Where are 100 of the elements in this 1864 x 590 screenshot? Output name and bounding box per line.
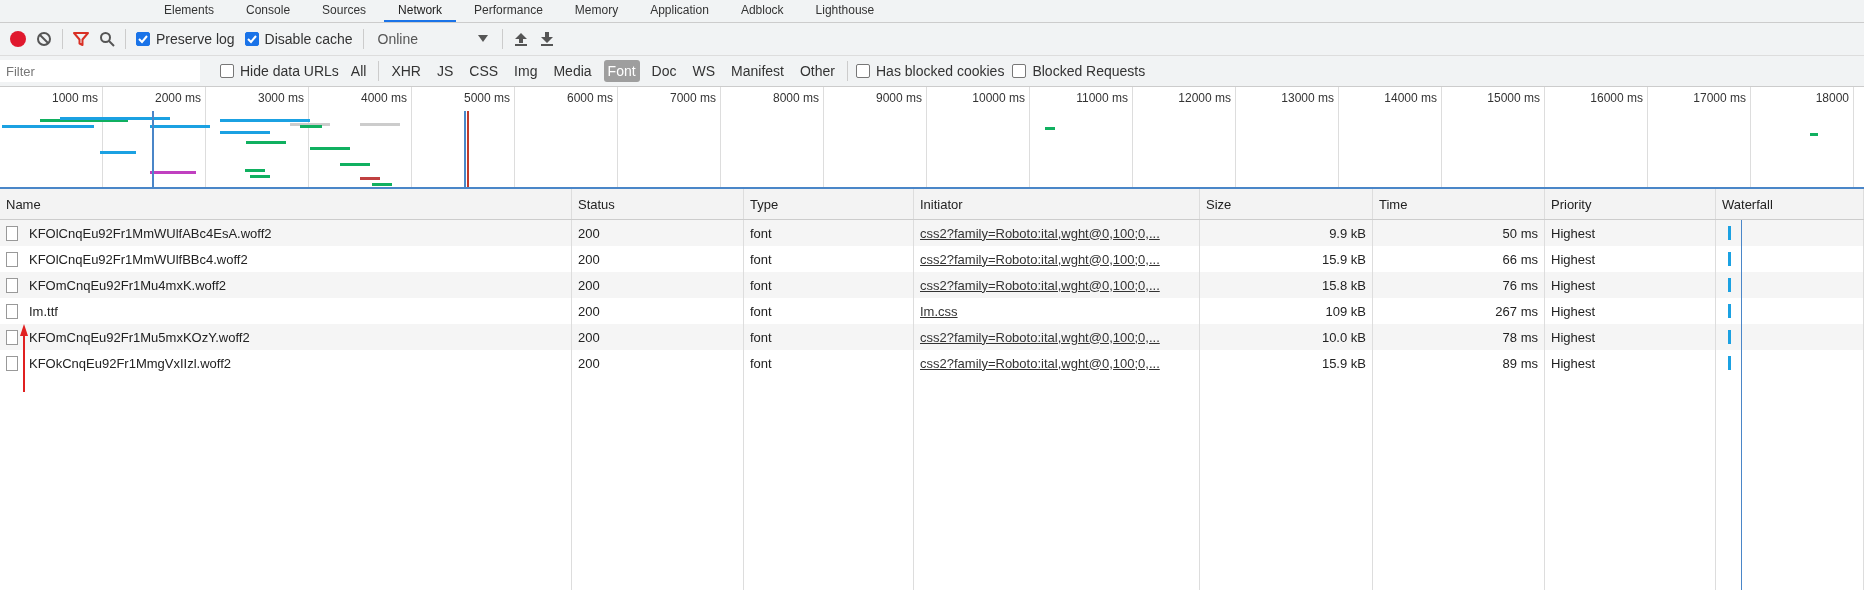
column-header[interactable]: Name: [0, 189, 572, 219]
file-name[interactable]: KFOkCnqEu92Fr1MmgVxIIzl.woff2: [29, 355, 232, 371]
file-name[interactable]: Im.ttf: [29, 303, 58, 319]
checkbox-option[interactable]: Has blocked cookies: [856, 63, 1005, 79]
status-code: 200: [578, 277, 600, 293]
type-filter-button[interactable]: XHR: [387, 60, 425, 82]
column-header[interactable]: Time: [1373, 189, 1545, 219]
panel-tab[interactable]: Memory: [560, 0, 633, 22]
file-name[interactable]: KFOmCnqEu92Fr1Mu5mxKOzY.woff2: [29, 329, 250, 345]
size-value: 15.8 kB: [1321, 277, 1366, 293]
initiator-link[interactable]: css2?family=Roboto:ital,wght@0,100;0,...: [920, 277, 1160, 293]
file-icon: [6, 277, 18, 293]
status-code: 200: [578, 329, 600, 345]
tick-label: 8000 ms: [772, 91, 819, 105]
file-name[interactable]: KFOlCnqEu92Fr1MmWUlfBBc4.woff2: [29, 251, 248, 267]
record-button[interactable]: [10, 31, 26, 47]
panel-tab[interactable]: Application: [636, 0, 723, 22]
priority-value: Highest: [1551, 303, 1596, 319]
caret-icon: [478, 35, 488, 43]
tick-label: 7000 ms: [669, 91, 716, 105]
column-header[interactable]: Size: [1200, 189, 1373, 219]
priority-value: Highest: [1551, 355, 1596, 371]
time-value: 66 ms: [1502, 251, 1538, 267]
checkbox[interactable]: [1012, 64, 1027, 78]
waterfall-bar: [1728, 278, 1731, 292]
file-name[interactable]: KFOlCnqEu92Fr1MmWUlfABc4EsA.woff2: [29, 225, 272, 241]
annotation-arrow: [20, 324, 28, 394]
status-code: 200: [578, 251, 600, 267]
initiator-link[interactable]: css2?family=Roboto:ital,wght@0,100;0,...: [920, 355, 1160, 371]
column-header[interactable]: Waterfall: [1716, 189, 1864, 219]
type-filter-button[interactable]: All: [346, 60, 371, 82]
type-filter-button[interactable]: Doc: [647, 60, 681, 82]
file-name[interactable]: KFOmCnqEu92Fr1Mu4mxK.woff2: [29, 277, 226, 293]
type-filter-button[interactable]: JS: [432, 60, 458, 82]
file-icon: [6, 355, 18, 371]
priority-value: Highest: [1551, 277, 1596, 293]
resource-type: font: [750, 355, 772, 371]
size-value: 10.0 kB: [1321, 329, 1366, 345]
checkbox-option[interactable]: Preserve log: [136, 31, 235, 47]
panel-tab[interactable]: Console: [232, 0, 305, 22]
type-filter-button[interactable]: Media: [549, 60, 596, 82]
panel-tab[interactable]: Adblock: [726, 0, 798, 22]
size-value: 9.9 kB: [1329, 225, 1366, 241]
download-icon[interactable]: [539, 31, 555, 47]
filter-field[interactable]: Filter: [0, 60, 200, 82]
size-value: 109 kB: [1325, 303, 1366, 319]
tick-label: 2000 ms: [154, 91, 201, 105]
checkbox[interactable]: [220, 64, 234, 78]
status-code: 200: [578, 355, 600, 371]
type-filter-button[interactable]: Other: [796, 60, 839, 82]
waterfall-bar: [1728, 226, 1731, 240]
resource-type: font: [750, 329, 772, 345]
tick-label: 3000 ms: [257, 91, 304, 105]
checkbox-option[interactable]: Disable cache: [244, 31, 353, 47]
initiator-link[interactable]: css2?family=Roboto:ital,wght@0,100;0,...: [920, 329, 1160, 345]
waterfall-bar: [1728, 252, 1731, 266]
checkbox-option[interactable]: Blocked Requests: [1012, 63, 1146, 79]
type-filter-button[interactable]: Manifest: [727, 60, 788, 82]
column-header[interactable]: Priority: [1545, 189, 1716, 219]
time-value: 50 ms: [1502, 225, 1538, 241]
time-value: 267 ms: [1495, 303, 1538, 319]
size-value: 15.9 kB: [1321, 251, 1366, 267]
panel-tab[interactable]: Performance: [460, 0, 557, 22]
upload-icon[interactable]: [513, 31, 529, 47]
filter-icon[interactable]: [73, 31, 89, 47]
panel-tab[interactable]: Elements: [150, 0, 229, 22]
type-filter-button[interactable]: Img: [510, 60, 542, 82]
checkbox[interactable]: [856, 64, 870, 78]
panel-tab[interactable]: Lighthouse: [801, 0, 889, 22]
initiator-link[interactable]: css2?family=Roboto:ital,wght@0,100;0,...: [920, 251, 1160, 267]
checkbox[interactable]: [136, 32, 150, 46]
tick-label: 12000 ms: [1178, 91, 1231, 105]
tick-label: 5000 ms: [463, 91, 510, 105]
throttling-dropdown[interactable]: Online: [373, 31, 492, 47]
tick-label: 17000 ms: [1693, 91, 1746, 105]
column-header[interactable]: Type: [744, 189, 914, 219]
checkbox[interactable]: [244, 32, 259, 46]
checkbox-option[interactable]: Hide data URLs: [220, 63, 339, 79]
search-icon[interactable]: [99, 31, 115, 47]
type-filter-button[interactable]: CSS: [465, 60, 503, 82]
file-icon: [6, 303, 18, 319]
initiator-link[interactable]: Im.css: [920, 303, 958, 319]
tick-label: 11000 ms: [1076, 91, 1128, 105]
tick-label: 1000 ms: [51, 91, 98, 105]
column-header[interactable]: Initiator: [914, 189, 1200, 219]
time-value: 76 ms: [1502, 277, 1538, 293]
priority-value: Highest: [1551, 225, 1596, 241]
priority-value: Highest: [1551, 329, 1596, 345]
panel-tab[interactable]: Sources: [308, 0, 381, 22]
tick-label: 16000 ms: [1590, 91, 1643, 105]
tick-label: 18000: [1815, 91, 1849, 105]
tick-label: 14000 ms: [1384, 91, 1437, 105]
tick-label: 10000 ms: [972, 91, 1025, 105]
type-filter-button[interactable]: WS: [688, 60, 720, 82]
resource-type: font: [750, 303, 772, 319]
initiator-link[interactable]: css2?family=Roboto:ital,wght@0,100;0,...: [920, 225, 1160, 241]
column-header[interactable]: Status: [572, 189, 744, 219]
clear-icon[interactable]: [36, 31, 52, 47]
waterfall-bar: [1728, 356, 1731, 370]
file-icon: [6, 329, 18, 345]
